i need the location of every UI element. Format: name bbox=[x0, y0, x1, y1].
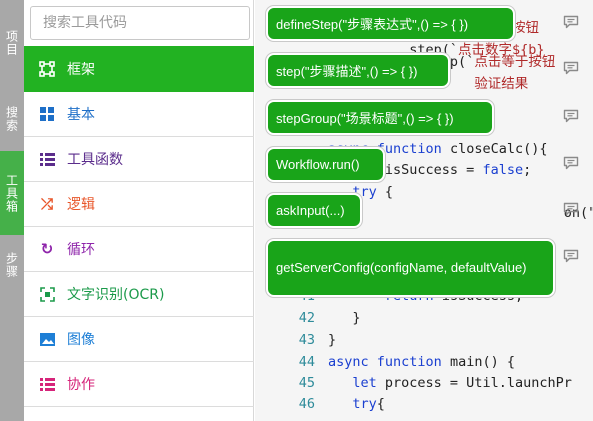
code-text: } bbox=[328, 330, 336, 351]
category-basic[interactable]: 基本 bbox=[24, 92, 254, 137]
category-ocr[interactable]: 文字识别(OCR) bbox=[24, 272, 254, 317]
code-token: process = Util.launchPr bbox=[376, 375, 572, 391]
code-text: try{ bbox=[328, 394, 385, 415]
category-label: 协作 bbox=[67, 377, 95, 393]
category-loop[interactable]: ↻ 循环 bbox=[24, 227, 254, 272]
rail-tab-toolbox[interactable]: 工具箱 bbox=[0, 151, 24, 235]
code-token: false bbox=[482, 162, 524, 178]
category-image[interactable]: 图像 bbox=[24, 317, 254, 362]
category-utility-functions[interactable]: 工具函数 bbox=[24, 137, 254, 182]
category-label: 逻辑 bbox=[67, 197, 95, 213]
category-label: 循环 bbox=[67, 242, 95, 258]
search-input[interactable] bbox=[31, 7, 249, 39]
snippet-get-server-config[interactable]: getServerConfig(configName, defaultValue… bbox=[266, 239, 555, 297]
line-number: 43 bbox=[298, 332, 315, 348]
code-token: on(" bbox=[328, 205, 593, 221]
comment-bubble-icon[interactable] bbox=[563, 60, 579, 75]
code-token: { bbox=[376, 184, 394, 200]
list-icon bbox=[37, 149, 57, 169]
category-logic[interactable]: ⤮ 逻辑 bbox=[24, 182, 254, 227]
code-token: ; bbox=[523, 162, 532, 178]
snippet-workflow-run[interactable]: Workflow.run() bbox=[266, 147, 385, 182]
snippet-step-group[interactable]: stepGroup("场景标题",() => { }) bbox=[266, 100, 494, 135]
comment-bubble-icon[interactable] bbox=[563, 108, 579, 123]
code-text: async function main() { bbox=[328, 352, 515, 373]
refresh-icon: ↻ bbox=[40, 240, 54, 258]
rail-tab-search[interactable]: 搜索 bbox=[0, 86, 24, 151]
rail-tab-project[interactable]: 项目 bbox=[0, 0, 24, 86]
category-label: 工具函数 bbox=[67, 152, 123, 168]
code-token: } bbox=[328, 332, 337, 348]
code-token: isSuccess = bbox=[376, 162, 483, 178]
snippet-step[interactable]: step("步骤描述",() => { }) bbox=[266, 53, 450, 88]
line-number: 42 bbox=[298, 310, 315, 326]
category-collaboration[interactable]: 协作 bbox=[24, 362, 254, 407]
line-number: 45 bbox=[298, 375, 315, 391]
comment-bubble-icon[interactable] bbox=[563, 248, 579, 263]
toolbox-panel: 框架 基本 工具函数 ⤮ 逻辑 ↻ 循环 文字识别(OCR) 图像 bbox=[24, 0, 254, 421]
code-token: 点击等于按钮 bbox=[474, 54, 556, 70]
code-token: async bbox=[328, 354, 369, 370]
frame-icon bbox=[37, 59, 57, 79]
snippet-define-step[interactable]: defineStep("步骤表达式",() => { }) bbox=[266, 6, 515, 41]
category-label: 基本 bbox=[67, 107, 95, 123]
image-icon bbox=[37, 329, 57, 349]
search-box bbox=[30, 6, 250, 40]
code-token: let bbox=[352, 375, 377, 391]
code-text: } bbox=[328, 308, 361, 329]
line-number: 46 bbox=[298, 396, 315, 412]
line-number: 44 bbox=[298, 354, 315, 370]
side-tab-rail: 项目 搜索 工具箱 步骤 bbox=[0, 0, 24, 421]
ocr-scan-icon bbox=[37, 284, 57, 304]
code-token: function bbox=[376, 141, 442, 157]
code-token: main() { bbox=[441, 354, 515, 370]
code-token: function bbox=[376, 354, 442, 370]
code-token: 验证结果 bbox=[474, 76, 529, 92]
category-label: 框架 bbox=[67, 62, 95, 78]
code-token: try bbox=[352, 396, 377, 412]
code-token: { bbox=[376, 396, 385, 412]
comment-bubble-icon[interactable] bbox=[563, 155, 579, 170]
list-icon bbox=[37, 374, 57, 394]
comment-bubble-icon[interactable] bbox=[563, 201, 579, 216]
category-frame[interactable]: 框架 bbox=[24, 46, 254, 92]
snippet-ask-input[interactable]: askInput(...) bbox=[266, 193, 362, 228]
category-label: 图像 bbox=[67, 332, 95, 348]
rail-tab-steps[interactable]: 步骤 bbox=[0, 235, 24, 295]
shuffle-icon: ⤮ bbox=[40, 195, 53, 213]
grid-icon bbox=[37, 104, 57, 124]
code-token: closeCalc(){ bbox=[441, 141, 548, 157]
comment-bubble-icon[interactable] bbox=[563, 14, 579, 29]
code-text: let process = Util.launchPr bbox=[328, 373, 572, 394]
code-text: on(" bbox=[328, 203, 593, 224]
code-token: } bbox=[328, 310, 361, 326]
category-label: 文字识别(OCR) bbox=[67, 287, 165, 303]
